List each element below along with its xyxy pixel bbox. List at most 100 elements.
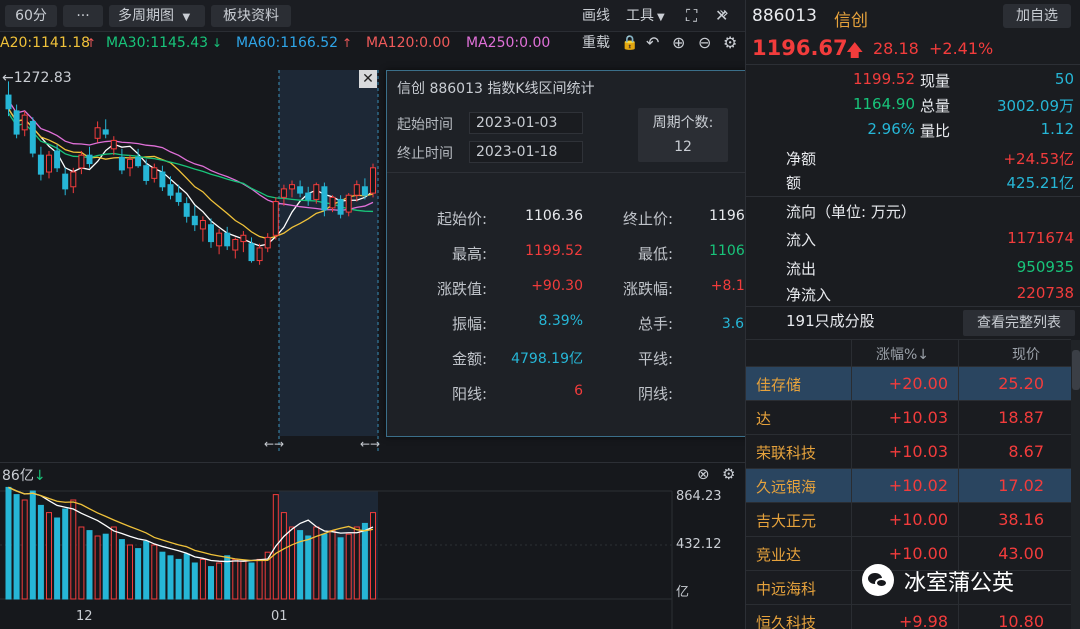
quote-label: 量比: [920, 122, 951, 140]
quote-label: 总量: [920, 97, 951, 115]
component-row[interactable]: 久远银海 +10.02 17.02: [746, 469, 1071, 503]
component-row[interactable]: 吉大正元 +10.00 38.16: [746, 503, 1071, 537]
stat-value: 1106.36: [525, 208, 583, 224]
component-row[interactable]: 达 +10.03 18.87: [746, 401, 1071, 435]
index-code: 886013: [752, 6, 817, 26]
volume-chart-canvas: [0, 486, 673, 629]
multi-period-button[interactable]: 多周期图 ▼: [109, 5, 205, 27]
stat-label: 平线:: [637, 350, 673, 368]
candle: [264, 233, 271, 253]
divider: [851, 367, 852, 401]
stock-name: 佳存储: [756, 376, 802, 394]
quote-value: 1164.90: [852, 95, 915, 113]
stat-value: +90.30: [531, 278, 583, 294]
volume-legend-value: 86亿: [2, 468, 34, 484]
stock-change: +10.03: [888, 408, 948, 427]
sort-change-header[interactable]: 涨幅%↓: [876, 344, 929, 364]
chevron-down-icon: ▼: [657, 12, 665, 23]
stat-value: 4798.19亿: [511, 351, 583, 367]
flow-net-value: 220738: [1016, 284, 1074, 302]
candle: [199, 216, 206, 242]
reset-button[interactable]: 重载: [582, 32, 610, 54]
price-change: 28.18: [873, 39, 919, 58]
amount-label: 额: [786, 174, 802, 192]
zoom-in-icon[interactable]: ⊕: [672, 32, 685, 54]
range-drag-handle-left[interactable]: ←→: [264, 437, 284, 451]
candle: [29, 117, 36, 158]
sector-info-button[interactable]: 板块资料: [211, 5, 291, 27]
more-button[interactable]: ···: [63, 5, 103, 27]
volume-bar: [353, 526, 360, 600]
component-row[interactable]: 荣联科技 +10.03 8.67: [746, 435, 1071, 469]
component-row[interactable]: 恒久科技 +9.98 10.80: [746, 605, 1071, 629]
candle: [232, 237, 239, 259]
stock-name: 吉大正元: [756, 512, 817, 530]
volume-bar: [280, 512, 287, 600]
volume-bar: [321, 533, 328, 600]
index-name: 信创: [834, 11, 868, 31]
lock-icon[interactable]: 🔒: [621, 32, 638, 54]
undo-icon[interactable]: ↶: [646, 32, 659, 54]
volume-bar: [224, 555, 231, 600]
candle: [62, 167, 69, 196]
chart-high-label: ←1272.83: [2, 70, 72, 86]
gear-icon[interactable]: ⚙: [722, 465, 735, 483]
price-header[interactable]: 现价: [1012, 344, 1040, 364]
end-time-field[interactable]: 2023-01-18: [469, 141, 583, 163]
volume-bar: [167, 555, 174, 600]
zoom-out-icon[interactable]: ⊖: [698, 32, 711, 54]
volume-chart[interactable]: 86亿↓ ⊗ ⚙ 864.23 432.12 亿 12 01: [0, 462, 745, 629]
period-selector[interactable]: 60分: [5, 5, 57, 27]
add-favorite-button[interactable]: 加自选: [1003, 4, 1071, 28]
draw-line-button[interactable]: 画线: [582, 5, 610, 27]
scrollbar-track[interactable]: [1071, 340, 1080, 629]
candle: [159, 165, 166, 191]
candle: [248, 237, 255, 263]
volume-bar: [86, 530, 93, 600]
volume-bar: [361, 522, 368, 600]
stat-label: 涨跌幅:: [622, 280, 673, 298]
volume-bar: [13, 494, 20, 600]
component-row[interactable]: 佳存储 +20.00 25.20: [746, 367, 1071, 401]
arrow-up-icon: ↑: [342, 36, 353, 50]
quote-value: 3002.09万: [996, 97, 1074, 115]
start-time-label: 起始时间: [397, 117, 453, 133]
divider: [387, 172, 782, 173]
stock-change: +10.02: [888, 476, 948, 495]
volume-bar: [54, 517, 61, 600]
volume-bar: [135, 548, 142, 600]
volume-bar: [21, 499, 28, 600]
close-range-icon[interactable]: ✕: [359, 70, 377, 88]
fullscreen-icon[interactable]: ⛶: [686, 5, 697, 27]
net-amount-value: +24.53亿: [1003, 150, 1074, 168]
stat-value: 8.39%: [538, 313, 583, 329]
candle: [272, 197, 279, 240]
stock-name: 荣联科技: [756, 444, 817, 462]
stat-label: 振幅:: [451, 315, 487, 333]
candle: [143, 159, 150, 185]
quote-value: 50: [1054, 70, 1074, 88]
gear-icon[interactable]: ⚙: [723, 32, 737, 54]
watermark: 冰室蒲公英: [862, 560, 1052, 602]
tools-button[interactable]: 工具 ▼: [626, 5, 665, 29]
ma120-value: MA120:0.00: [366, 35, 451, 51]
close-circle-icon[interactable]: ⊗: [697, 465, 710, 483]
candle: [86, 146, 93, 168]
volume-bar: [127, 544, 133, 600]
volume-bar: [62, 508, 69, 600]
scrollbar-thumb[interactable]: [1072, 350, 1080, 390]
candle: [240, 231, 247, 253]
components-table-header: 涨幅%↓ 现价: [746, 339, 1071, 368]
candle: [110, 136, 117, 156]
volume-bar: [199, 558, 206, 600]
flow-out-value: 950935: [1016, 258, 1074, 276]
flow-out-label: 流出: [786, 260, 817, 278]
collapse-panel-icon[interactable]: »: [719, 3, 729, 22]
view-full-list-button[interactable]: 查看完整列表: [963, 310, 1075, 336]
volume-bar: [175, 558, 182, 600]
volume-bar: [216, 562, 223, 600]
volume-bar: [70, 499, 77, 600]
volume-unit: 亿: [676, 585, 690, 600]
range-drag-handle-right[interactable]: ←→: [360, 437, 380, 451]
start-time-field[interactable]: 2023-01-03: [469, 112, 583, 134]
